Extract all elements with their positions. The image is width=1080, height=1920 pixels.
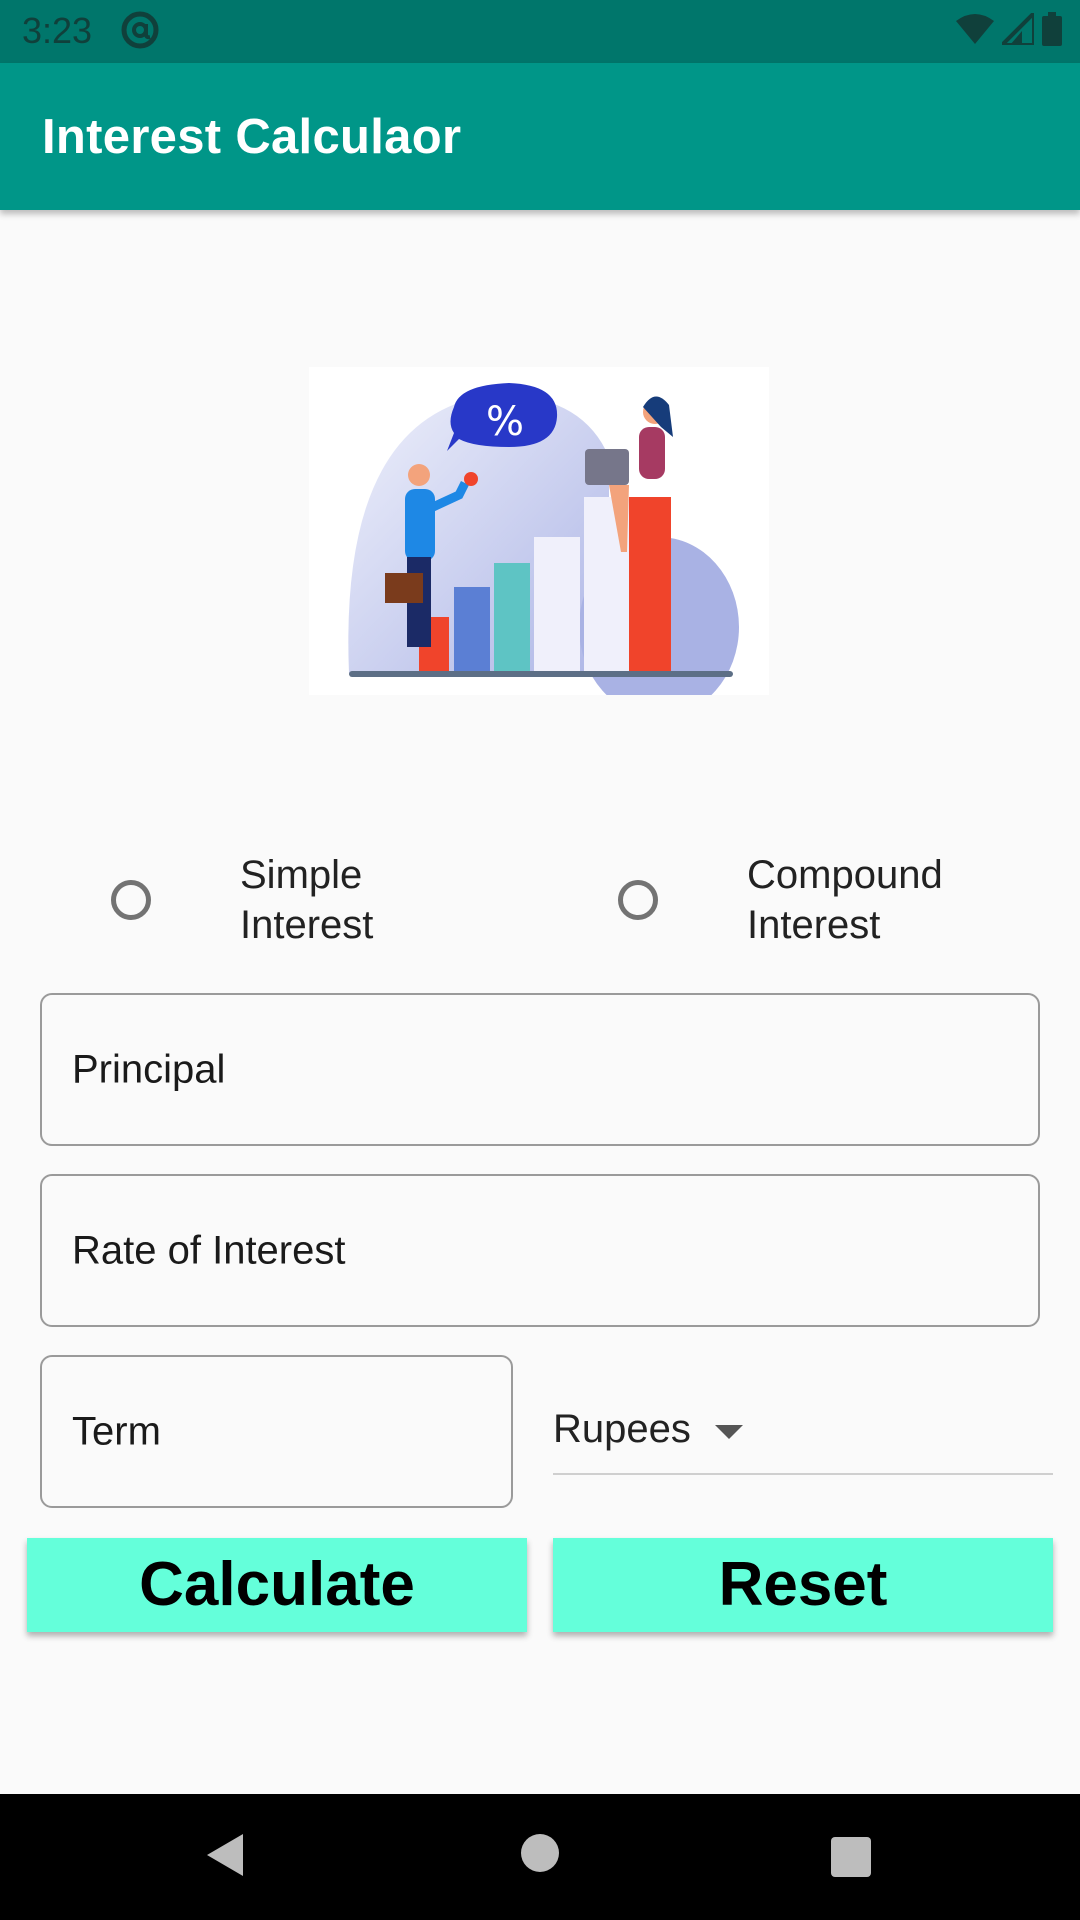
currency-selected: Rupees	[553, 1407, 691, 1451]
navigation-bar	[0, 1794, 1080, 1920]
reset-button[interactable]: Reset	[553, 1538, 1053, 1632]
battery-icon	[1042, 12, 1062, 51]
simple-interest-radio[interactable]	[111, 880, 151, 920]
compound-interest-label-line2: Interest	[747, 903, 881, 947]
home-icon[interactable]	[521, 1834, 559, 1872]
wifi-icon	[956, 13, 994, 50]
back-icon[interactable]	[205, 1832, 245, 1883]
currency-spinner[interactable]: Rupees	[553, 1375, 1053, 1475]
dropdown-arrow-icon	[715, 1425, 743, 1439]
rate-of-interest-field[interactable]: Rate of Interest	[40, 1174, 1040, 1327]
term-placeholder: Term	[72, 1409, 161, 1453]
at-sign-icon	[120, 10, 160, 55]
status-time: 3:23	[22, 10, 93, 51]
simple-interest-label-line2: Interest	[240, 903, 374, 947]
principal-field[interactable]: Principal	[40, 993, 1040, 1146]
app-title: Interest Calculaor	[42, 110, 462, 164]
recent-apps-icon[interactable]	[831, 1837, 871, 1877]
term-field[interactable]: Term	[40, 1355, 513, 1508]
calculate-button[interactable]: Calculate	[27, 1538, 527, 1632]
rate-placeholder: Rate of Interest	[72, 1228, 346, 1272]
simple-interest-label-line1: Simple	[240, 853, 363, 897]
compound-interest-label[interactable]: Compound Interest	[747, 850, 943, 950]
compound-interest-label-line1: Compound	[747, 853, 943, 897]
percent-badge: %	[486, 399, 524, 445]
principal-placeholder: Principal	[72, 1047, 226, 1091]
signal-icon	[997, 8, 1036, 50]
app-bar: Interest Calculaor	[0, 63, 1080, 210]
interest-type-radio-group: Simple Interest Compound Interest	[0, 850, 1080, 960]
finance-illustration: %	[309, 367, 769, 717]
simple-interest-label[interactable]: Simple Interest	[240, 850, 373, 950]
compound-interest-radio[interactable]	[618, 880, 658, 920]
status-bar: 3:23	[0, 0, 1080, 63]
